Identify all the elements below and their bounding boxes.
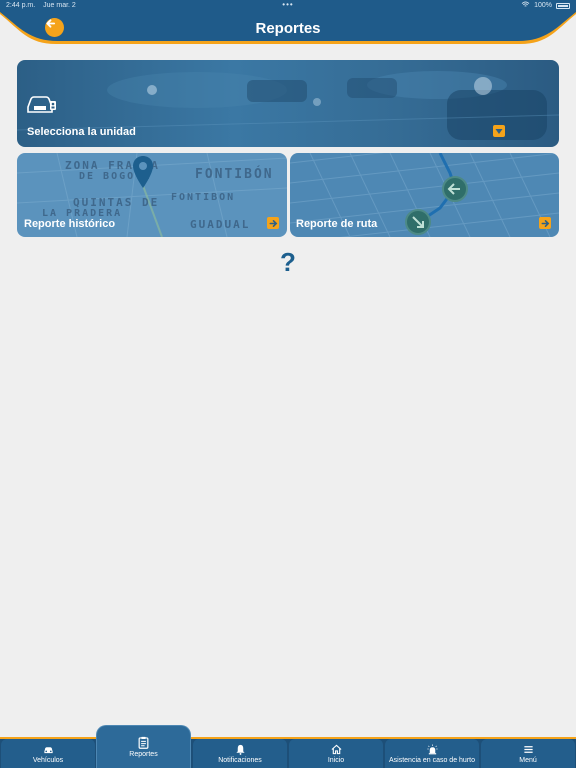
status-bar: 2:44 p.m. Jue mar. 2 ••• 100% bbox=[0, 0, 576, 11]
arrow-right-icon bbox=[267, 217, 279, 229]
arrow-right-icon bbox=[539, 217, 551, 229]
chevron-down-icon bbox=[493, 125, 505, 137]
select-unit-card[interactable]: Selecciona la unidad bbox=[17, 60, 559, 147]
nav-menu[interactable]: Menú bbox=[481, 739, 575, 768]
map-label: FONTIBON bbox=[171, 192, 236, 203]
car-id-icon bbox=[25, 93, 57, 120]
car-icon bbox=[43, 747, 53, 754]
nav-label: Inicio bbox=[327, 757, 345, 764]
historic-report-card[interactable]: ZONA FRANCA DE BOGOTÁ FONTIBÓN FONTIBON … bbox=[17, 153, 287, 237]
nav-vehicles[interactable]: Vehículos bbox=[1, 739, 95, 768]
route-report-label: Reporte de ruta bbox=[296, 218, 378, 230]
status-time: 2:44 p.m. bbox=[6, 2, 36, 9]
clipboard-icon bbox=[138, 736, 149, 749]
menu-icon bbox=[523, 746, 533, 753]
nav-reports[interactable]: Reportes bbox=[96, 725, 191, 768]
nav-label: Reportes bbox=[129, 751, 158, 758]
nav-label: Vehículos bbox=[32, 757, 64, 764]
route-report-card[interactable]: Reporte de ruta bbox=[290, 153, 559, 237]
nav-notifications[interactable]: Notificaciones bbox=[193, 739, 287, 768]
help-button[interactable]: ? bbox=[0, 247, 576, 278]
nav-home[interactable]: Inicio bbox=[289, 739, 383, 768]
map-pin-icon bbox=[132, 155, 154, 194]
battery-percentage: 100% bbox=[534, 2, 552, 9]
map-label: GUADUAL bbox=[190, 218, 251, 231]
select-unit-label: Selecciona la unidad bbox=[27, 126, 136, 138]
nav-label: Asistencia en caso de hurto bbox=[389, 757, 475, 764]
status-date: Jue mar. 2 bbox=[43, 2, 76, 9]
page-title: Reportes bbox=[255, 20, 321, 37]
wifi-icon bbox=[521, 1, 530, 10]
bell-icon bbox=[235, 744, 245, 755]
nav-label: Notificaciones bbox=[218, 757, 262, 764]
battery-icon bbox=[556, 2, 570, 9]
home-icon bbox=[331, 744, 341, 755]
nav-label: Menú bbox=[519, 757, 537, 764]
siren-icon bbox=[426, 744, 438, 755]
nav-theft-assistance[interactable]: Asistencia en caso de hurto bbox=[385, 739, 479, 768]
map-label: FONTIBÓN bbox=[195, 167, 274, 182]
multitask-dots[interactable]: ••• bbox=[282, 0, 293, 9]
historic-report-label: Reporte histórico bbox=[24, 218, 116, 230]
